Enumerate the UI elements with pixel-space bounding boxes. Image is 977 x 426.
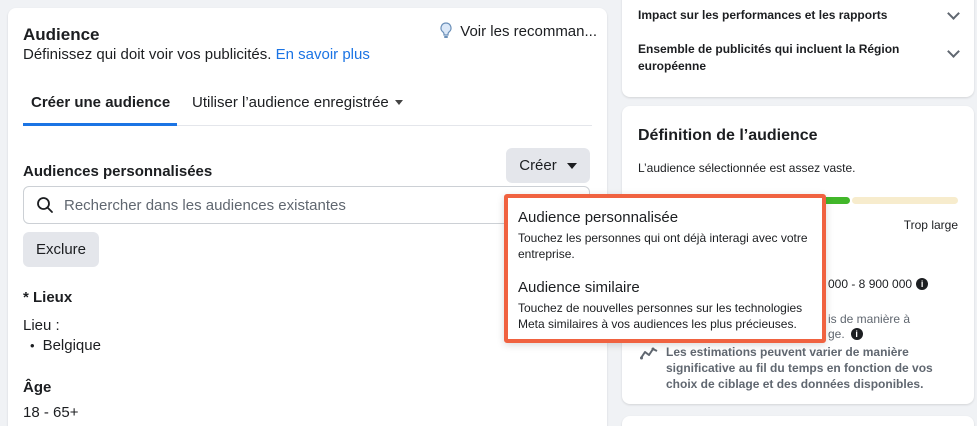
menu-item-title: Audience similaire — [518, 279, 640, 296]
definition-title: Définition de l’audience — [638, 127, 818, 144]
menu-item-custom-audience[interactable]: Audience personnalisée Touchez les perso… — [518, 209, 812, 262]
create-audience-menu: Audience personnalisée Touchez les perso… — [504, 194, 826, 343]
location-field-label: Lieu : — [23, 317, 60, 334]
age-label: Âge — [23, 379, 52, 396]
menu-item-desc-line1: Touchez de nouvelles personnes sur les t… — [518, 301, 803, 315]
locations-label: * Lieux — [23, 289, 73, 306]
audience-size: 000 - 8 900 000 i — [828, 277, 929, 291]
search-icon — [37, 197, 53, 213]
exclude-button[interactable]: Exclure — [23, 232, 99, 267]
tab-saved-audience[interactable]: Utiliser l’audience enregistrée — [192, 94, 403, 111]
menu-item-desc-line2: Meta similaires à vos audiences les plus… — [518, 317, 797, 331]
too-broad-label: Trop large — [903, 218, 958, 232]
menu-item-desc: Touchez les personnes qui ont déjà inter… — [518, 230, 812, 262]
create-button[interactable]: Créer — [506, 148, 590, 183]
estimate-partial-text: is de manière à — [828, 312, 911, 326]
search-placeholder: Rechercher dans les audiences existantes — [64, 196, 346, 214]
next-card — [622, 416, 974, 426]
recommendations-link[interactable]: Voir les recomman... — [438, 22, 597, 40]
tab-saved-audience-label: Utiliser l’audience enregistrée — [192, 94, 389, 111]
definition-subtitle: L’audience sélectionnée est assez vaste. — [638, 161, 856, 175]
tab-create-audience[interactable]: Créer une audience — [22, 94, 178, 126]
trend-icon — [640, 347, 658, 360]
caret-down-icon — [566, 162, 577, 169]
info-icon[interactable]: i — [916, 278, 929, 290]
chevron-down-icon — [947, 7, 960, 20]
audience-size-value: 000 - 8 900 000 — [828, 277, 913, 291]
eu-adsets-label-line1: Ensemble de publicités qui incluent la R… — [638, 42, 900, 56]
age-value: 18 - 65+ — [23, 404, 79, 421]
audience-meter-broad — [852, 197, 958, 204]
menu-item-title: Audience personnalisée — [518, 209, 679, 226]
custom-audiences-label: Audiences personnalisées — [23, 163, 213, 180]
learn-more-link[interactable]: En savoir plus — [276, 46, 370, 63]
estimate-partial-text-2-label: ge. — [828, 327, 845, 341]
audience-subtitle: Définissez qui doit voir vos publicités.… — [23, 46, 370, 63]
recommendations-label: Voir les recomman... — [460, 22, 597, 40]
info-icon[interactable]: i — [850, 328, 863, 340]
estimates-note: Les estimations peuvent varier de manièr… — [666, 345, 933, 391]
audience-subtitle-text: Définissez qui doit voir vos publicités. — [23, 46, 272, 63]
lightbulb-icon — [440, 22, 452, 38]
menu-item-desc-line2: entreprise. — [518, 247, 575, 261]
menu-item-desc-line1: Touchez les personnes qui ont déjà inter… — [518, 231, 808, 245]
menu-item-desc: Touchez de nouvelles personnes sur les t… — [518, 300, 812, 332]
caret-down-icon — [394, 100, 403, 105]
performance-impact-item[interactable]: Impact sur les performances et les rappo… — [638, 7, 960, 24]
audience-meter-green — [822, 197, 850, 204]
location-value: Belgique — [30, 337, 101, 354]
eu-adsets-label-line2: européenne — [638, 59, 707, 73]
create-button-label: Créer — [519, 157, 557, 174]
audience-title: Audience — [23, 25, 100, 44]
ad-settings-card: Impact sur les performances et les rappo… — [622, 0, 974, 97]
menu-item-lookalike-audience[interactable]: Audience similaire Touchez de nouvelles … — [518, 279, 812, 332]
audience-tabs: Créer une audience Utiliser l’audience e… — [22, 88, 592, 126]
performance-impact-label: Impact sur les performances et les rappo… — [638, 8, 888, 22]
estimate-partial-text-2: ge. i — [828, 327, 863, 341]
eu-adsets-item[interactable]: Ensemble de publicités qui incluent la R… — [638, 41, 960, 75]
